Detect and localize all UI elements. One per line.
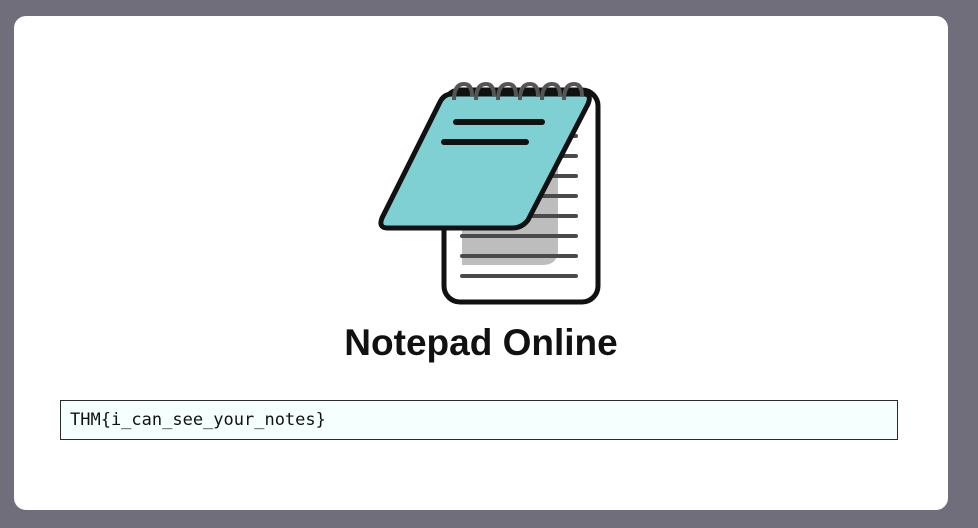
notepad-icon (378, 81, 601, 305)
main-card: Notepad Online THM{i_can_see_your_notes} (14, 16, 948, 510)
note-content-text: THM{i_can_see_your_notes} (70, 410, 326, 430)
page-title: Notepad Online (344, 322, 618, 363)
note-content-field[interactable]: THM{i_can_see_your_notes} (60, 400, 898, 440)
